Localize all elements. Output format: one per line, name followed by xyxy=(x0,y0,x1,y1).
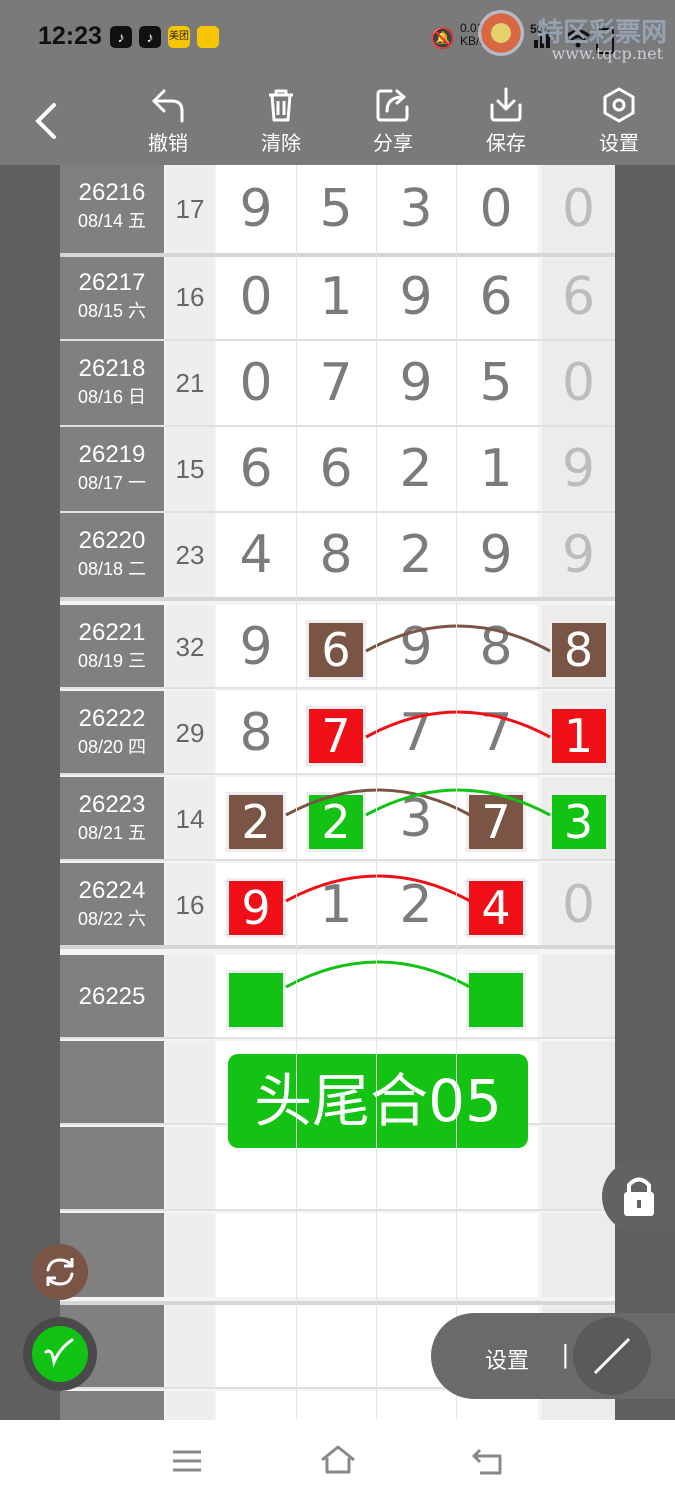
grid-line xyxy=(376,165,377,1420)
arc-green-1 xyxy=(365,788,551,817)
pen-toggle-button[interactable] xyxy=(23,1317,97,1391)
refresh-icon xyxy=(46,1258,74,1286)
save-label: 保存 xyxy=(486,133,526,155)
arc-brown-1 xyxy=(365,624,551,653)
home-icon xyxy=(321,1445,355,1474)
meituan-icon: 美团 xyxy=(168,26,190,48)
status-bar: 12:23 ♪ ♪ 美团 🔕 0.01 KB/s 5G 特区彩票网 www.tq… xyxy=(0,0,675,75)
download-icon xyxy=(490,87,522,122)
tiktok-icon: ♪ xyxy=(139,26,161,48)
menu-icon xyxy=(173,1450,201,1472)
save-button[interactable]: 保存 xyxy=(471,83,541,163)
share-label: 分享 xyxy=(373,133,413,155)
settings-icon xyxy=(603,87,635,123)
undo-label: 撤销 xyxy=(148,133,188,155)
menu-button[interactable] xyxy=(170,1448,204,1479)
arc-overlay xyxy=(285,624,551,989)
toolbar: 撤销 清除 分享 保存 设置 xyxy=(0,75,675,165)
grid-line xyxy=(456,165,457,1420)
arc-green-2 xyxy=(285,960,471,989)
home-button[interactable] xyxy=(319,1444,357,1481)
line-tool-icon xyxy=(593,1337,631,1375)
trash-icon xyxy=(269,89,293,122)
app-icon xyxy=(197,26,219,48)
watermark-logo-icon xyxy=(478,10,524,56)
return-button[interactable] xyxy=(470,1446,506,1481)
settings-label: 设置 xyxy=(599,133,639,155)
line-tool-button[interactable] xyxy=(573,1317,651,1395)
mute-icon: 🔕 xyxy=(430,28,455,50)
pen-icon xyxy=(32,1326,88,1382)
tiktok-icon: ♪ xyxy=(110,26,132,48)
arc-red-2 xyxy=(285,874,471,903)
share-icon xyxy=(376,89,409,122)
bottom-settings-button[interactable]: 设置 xyxy=(485,1343,529,1375)
refresh-button[interactable] xyxy=(32,1244,88,1300)
arc-red-1 xyxy=(365,710,551,739)
lock-button[interactable] xyxy=(602,1160,675,1233)
settings-button[interactable]: 设置 xyxy=(584,83,654,163)
back-icon xyxy=(35,103,56,139)
grid-line xyxy=(296,165,297,1420)
back-button[interactable] xyxy=(30,101,64,141)
clear-button[interactable]: 清除 xyxy=(246,83,316,163)
share-button[interactable]: 分享 xyxy=(358,83,428,163)
system-nav-bar xyxy=(0,1420,675,1500)
undo-icon xyxy=(152,89,184,123)
lottery-chart-sheet[interactable]: 26216 08/14 五 17 9 5 3 0 0 26217 08/15 六 16 0 1 9 6 6 26… xyxy=(60,165,615,1420)
return-icon xyxy=(472,1448,502,1475)
clear-label: 清除 xyxy=(261,133,301,155)
bottom-settings-panel: 设置 | xyxy=(431,1313,675,1399)
lock-icon xyxy=(624,1177,654,1216)
prediction-label: 头尾合05 xyxy=(228,1054,528,1148)
clock: 12:23 xyxy=(38,22,102,50)
undo-button[interactable]: 撤销 xyxy=(133,83,203,163)
panel-divider: | xyxy=(562,1339,569,1369)
arc-brown-2 xyxy=(285,788,471,817)
watermark-url: www.tqcp.net xyxy=(551,44,663,63)
